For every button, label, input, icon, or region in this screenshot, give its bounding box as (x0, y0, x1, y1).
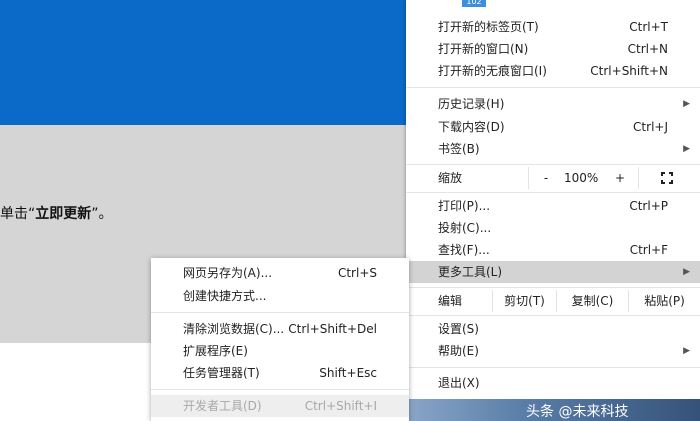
submenu-item-save-page-as[interactable]: 网页另存为(A)... Ctrl+S (151, 262, 409, 284)
paste-button[interactable]: 粘贴(P) (628, 290, 700, 312)
menu-item-new-window[interactable]: 打开新的窗口(N) Ctrl+N (406, 38, 700, 60)
submenu-item-clear-browsing-data[interactable]: 清除浏览数据(C)... Ctrl+Shift+Del (151, 318, 409, 340)
menu-item-bookmarks[interactable]: 书签(B) ▶ (406, 138, 700, 160)
menu-separator (151, 312, 409, 313)
menu-item-cast[interactable]: 投射(C)... (406, 217, 700, 239)
chevron-right-icon: ▶ (683, 99, 690, 109)
browser-main-menu: 102 打开新的标签页(T) Ctrl+T 打开新的窗口(N) Ctrl+N 打… (406, 0, 700, 421)
fullscreen-icon[interactable] (661, 172, 673, 184)
menu-separator (406, 164, 700, 165)
copy-button[interactable]: 复制(C) (556, 290, 628, 312)
page-instruction: 单击“立即更新”。 (0, 206, 113, 222)
zoom-badge: 102 (462, 0, 486, 7)
chevron-right-icon: ▶ (683, 346, 690, 356)
zoom-in-button[interactable]: + (608, 167, 632, 189)
zoom-out-button[interactable]: - (534, 167, 558, 189)
menu-separator (406, 367, 700, 368)
submenu-item-task-manager[interactable]: 任务管理器(T) Shift+Esc (151, 362, 409, 384)
page-banner (0, 0, 406, 125)
chevron-right-icon: ▶ (683, 144, 690, 154)
menu-item-new-incognito-window[interactable]: 打开新的无痕窗口(I) Ctrl+Shift+N (406, 60, 700, 82)
submenu-item-developer-tools[interactable]: 开发者工具(D) Ctrl+Shift+I (151, 395, 409, 417)
zoom-value: 100% (564, 171, 599, 185)
menu-item-downloads[interactable]: 下载内容(D) Ctrl+J (406, 116, 700, 138)
menu-separator (406, 315, 700, 316)
menu-item-history[interactable]: 历史记录(H) ▶ (406, 93, 700, 115)
edit-label: 编辑 (438, 294, 463, 308)
cut-button[interactable]: 剪切(T) (492, 290, 556, 312)
menu-item-help[interactable]: 帮助(E) ▶ (406, 340, 700, 362)
more-tools-submenu: 网页另存为(A)... Ctrl+S 创建快捷方式... 清除浏览数据(C)..… (151, 258, 409, 421)
edit-row: 编辑 剪切(T) 复制(C) 粘贴(P) (406, 290, 700, 312)
watermark-text: 头条 @未来科技 (526, 404, 629, 420)
menu-item-print[interactable]: 打印(P)... Ctrl+P (406, 195, 700, 217)
zoom-row: 缩放 - 100% + (406, 167, 700, 189)
update-now-text: 立即更新 (35, 206, 92, 222)
chevron-right-icon: ▶ (683, 267, 690, 277)
menu-item-exit[interactable]: 退出(X) (406, 372, 700, 394)
submenu-item-create-shortcut[interactable]: 创建快捷方式... (151, 285, 409, 307)
menu-item-settings[interactable]: 设置(S) (406, 318, 700, 340)
menu-separator (406, 192, 700, 193)
menu-item-find[interactable]: 查找(F)... Ctrl+F (406, 239, 700, 261)
zoom-label: 缩放 (438, 171, 463, 185)
menu-item-more-tools[interactable]: 更多工具(L) ▶ (406, 261, 700, 283)
menu-separator (406, 287, 700, 288)
menu-separator (406, 87, 700, 88)
menu-item-new-tab[interactable]: 打开新的标签页(T) Ctrl+T (406, 16, 700, 38)
taskbar-background-image: 头条 @未来科技 (406, 399, 700, 421)
submenu-item-extensions[interactable]: 扩展程序(E) (151, 340, 409, 362)
menu-separator (151, 389, 409, 390)
